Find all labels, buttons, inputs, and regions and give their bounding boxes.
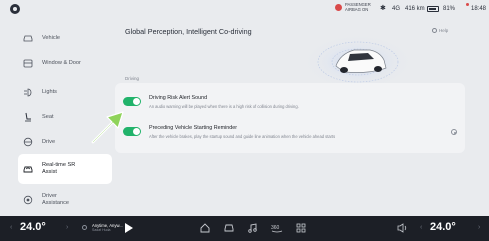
- home-button[interactable]: [10, 4, 20, 14]
- battery-percent: 81%: [443, 6, 456, 12]
- help-button[interactable]: Help: [432, 28, 448, 33]
- temp-left-increase-button[interactable]: ›: [66, 224, 68, 231]
- sidebar-item-label: Vehicle: [42, 34, 61, 41]
- bottom-dock: ‹ 24.0° › Anytime, Anyw... Sadaf Huda 36…: [0, 216, 489, 241]
- sidebar-item-vehicle[interactable]: Vehicle: [22, 26, 112, 50]
- driver-assist-icon: [22, 194, 34, 206]
- sidebar-item-label: Driver Assistance: [42, 193, 70, 206]
- home-dock-icon[interactable]: [198, 221, 212, 235]
- media-artist: Sadaf Huda: [92, 228, 111, 232]
- setting-row-driving-risk-alert: Driving Risk Alert Sound An audio warnin…: [123, 95, 453, 115]
- sidebar-item-window-door[interactable]: Window & Door: [22, 51, 112, 75]
- car-outline-icon: [22, 32, 34, 44]
- app-root: PASSENGER AIRBAG ON ✱ 4G 416 km 81% 18:4…: [0, 0, 489, 241]
- notification-dot: [466, 3, 469, 6]
- sidebar-item-label: Seat: [42, 113, 54, 120]
- temp-right-decrease-button[interactable]: ‹: [420, 224, 422, 231]
- help-label: Help: [439, 28, 449, 33]
- lights-icon: [22, 86, 34, 98]
- seat-icon: [22, 111, 34, 123]
- 360-camera-dock-icon[interactable]: 360: [270, 221, 284, 235]
- sidebar-item-label: Real-time SR Assist: [42, 162, 76, 175]
- setting-row-preceding-vehicle: Preceding Vehicle Starting Reminder Afte…: [123, 125, 457, 145]
- airbag-indicator: PASSENGER AIRBAG ON: [335, 2, 375, 12]
- sidebar-item-real-time-sr-assist[interactable]: Real-time SR Assist: [18, 154, 112, 184]
- right-temperature[interactable]: 24.0°: [430, 221, 456, 233]
- svg-text:360: 360: [271, 225, 280, 231]
- sidebar-item-label: Lights: [42, 88, 57, 95]
- steering-wheel-icon: [22, 136, 34, 148]
- volume-icon[interactable]: [396, 222, 408, 234]
- setting-title: Preceding Vehicle Starting Reminder: [149, 125, 238, 131]
- sr-assist-icon: [22, 163, 34, 175]
- toggle-knob: [133, 98, 140, 105]
- airbag-icon: [335, 4, 342, 12]
- page-title: Global Perception, Intelligent Co-drivin…: [125, 27, 252, 36]
- sidebar-item-driver-assistance[interactable]: Driver Assistance: [22, 188, 112, 212]
- toggle-knob: [133, 128, 140, 135]
- apps-grid-dock-icon[interactable]: [294, 221, 308, 235]
- range-text: 416 km: [405, 6, 425, 12]
- setting-description: After the vehicle brakes, play the start…: [149, 134, 336, 139]
- sidebar-item-label: Drive: [42, 138, 56, 145]
- help-icon: [432, 28, 437, 33]
- info-icon[interactable]: [451, 129, 457, 135]
- play-icon[interactable]: [125, 223, 133, 233]
- sidebar-item-label: Window & Door: [42, 59, 81, 66]
- setting-title: Driving Risk Alert Sound: [149, 95, 208, 101]
- window-icon: [22, 57, 34, 69]
- left-temperature[interactable]: 24.0°: [20, 221, 46, 233]
- temp-left-decrease-button[interactable]: ‹: [10, 224, 12, 231]
- battery-fill: [429, 8, 436, 10]
- signal-text: 4G: [392, 6, 401, 12]
- settings-card: Driving Risk Alert Sound An audio warnin…: [115, 83, 465, 153]
- clock: 18:48: [471, 6, 487, 12]
- status-bar: PASSENGER AIRBAG ON ✱ 4G 416 km 81% 18:4…: [0, 0, 489, 18]
- setting-description: An audio warning will be played when the…: [149, 104, 299, 109]
- airbag-text: PASSENGER AIRBAG ON: [345, 2, 371, 12]
- bluetooth-icon: ✱: [380, 5, 386, 12]
- sidebar-item-lights[interactable]: Lights: [22, 80, 112, 104]
- pointer-arrow-icon: [91, 111, 124, 144]
- music-dock-icon[interactable]: [246, 221, 260, 235]
- temp-right-increase-button[interactable]: ›: [478, 224, 480, 231]
- fan-icon[interactable]: [82, 225, 87, 230]
- battery-icon: [427, 6, 439, 12]
- section-label-driving: Driving: [125, 76, 140, 81]
- car-dock-icon[interactable]: [222, 221, 236, 235]
